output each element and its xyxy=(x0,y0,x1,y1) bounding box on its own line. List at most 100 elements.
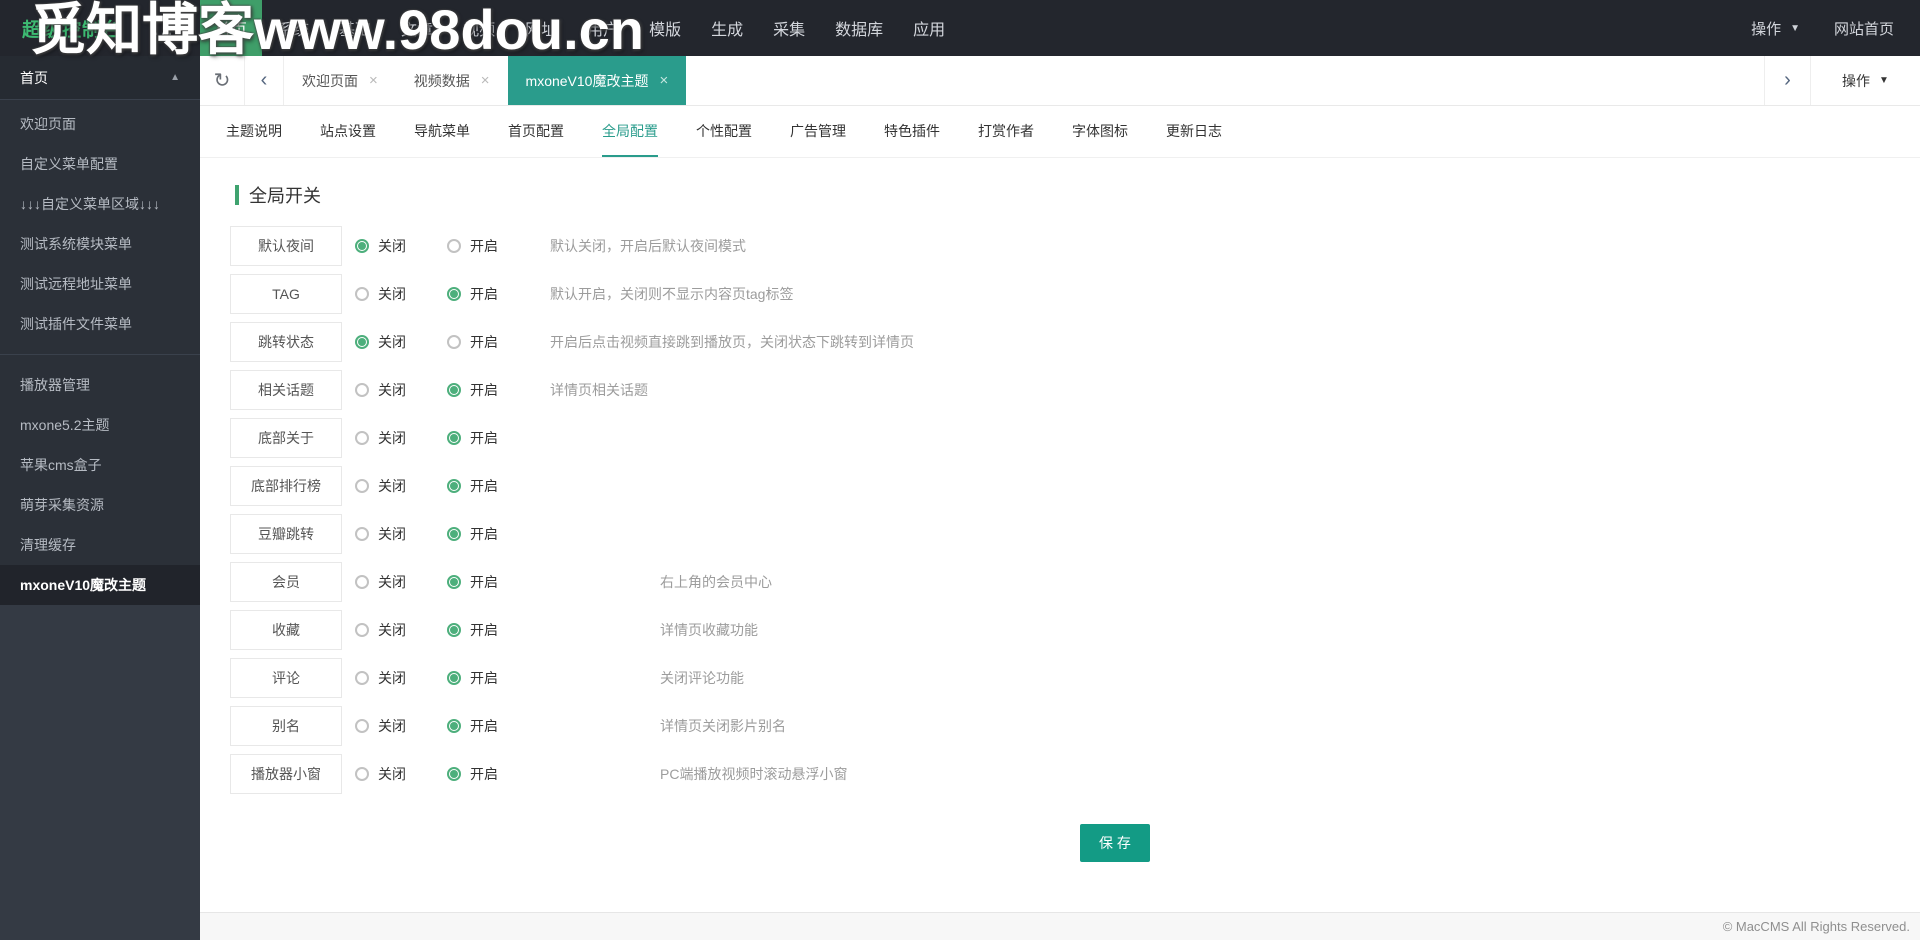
sidebar-item-0-4[interactable]: 测试远程地址菜单 xyxy=(0,264,200,304)
radio-off[interactable]: 关闭 xyxy=(355,476,447,496)
refresh-button[interactable]: ↻ xyxy=(200,56,244,105)
nav-item-4[interactable]: 视频 xyxy=(448,0,510,56)
radio-on[interactable]: 开启 xyxy=(447,332,539,352)
radio-on[interactable]: 开启 xyxy=(447,476,539,496)
radio-on[interactable]: 开启 xyxy=(447,764,539,784)
radio-label: 开启 xyxy=(470,526,498,542)
sidebar-item-0-0[interactable]: 欢迎页面 xyxy=(0,104,200,144)
caret-down-icon: ▼ xyxy=(1790,22,1800,34)
nav-item-6[interactable]: 用户 xyxy=(572,0,634,56)
switch-row-11: 播放器小窗 关闭 开启 PC端播放视频时滚动悬浮小窗 xyxy=(230,750,1920,798)
radio-label: 开启 xyxy=(470,574,498,590)
site-home-link[interactable]: 网站首页 xyxy=(1834,18,1894,39)
radio-off[interactable]: 关闭 xyxy=(355,332,447,352)
radio-label: 关闭 xyxy=(378,670,406,686)
radio-on[interactable]: 开启 xyxy=(447,284,539,304)
radio-icon xyxy=(355,239,369,253)
chevron-left-icon: ‹ xyxy=(260,69,268,91)
logo-area: 超级控制台 … xyxy=(0,0,200,56)
subtab-8[interactable]: 打赏作者 xyxy=(978,106,1034,157)
subtab-1[interactable]: 站点设置 xyxy=(320,106,376,157)
nav-item-9[interactable]: 采集 xyxy=(758,0,820,56)
radio-on[interactable]: 开启 xyxy=(447,236,539,256)
nav-item-8[interactable]: 生成 xyxy=(696,0,758,56)
sidebar-item-1-0[interactable]: 播放器管理 xyxy=(0,365,200,405)
chevron-right-icon: › xyxy=(1784,69,1791,91)
tab-action-label: 操作 xyxy=(1842,72,1871,89)
radio-off[interactable]: 关闭 xyxy=(355,764,447,784)
radio-icon xyxy=(447,479,461,493)
switch-row-8: 收藏 关闭 开启 详情页收藏功能 xyxy=(230,606,1920,654)
content-panel: 全局开关 默认夜间 关闭 开启 默认关闭，开启后默认夜间模式 TAG 关闭 开启 默认开启，关… xyxy=(200,158,1920,912)
radio-on[interactable]: 开启 xyxy=(447,572,539,592)
sidebar-item-0-5[interactable]: 测试插件文件菜单 xyxy=(0,304,200,344)
sidebar-item-0-2[interactable]: ↓↓↓自定义菜单区域↓↓↓ xyxy=(0,184,200,224)
subtab-6[interactable]: 广告管理 xyxy=(790,106,846,157)
radio-off[interactable]: 关闭 xyxy=(355,524,447,544)
close-icon[interactable]: × xyxy=(659,72,668,89)
subtab-4[interactable]: 全局配置 xyxy=(602,106,658,157)
nav-item-2[interactable]: 基础 xyxy=(324,0,386,56)
tab-action-dropdown[interactable]: 操作 ▼ xyxy=(1810,56,1920,105)
radio-off[interactable]: 关闭 xyxy=(355,572,447,592)
row-label: TAG xyxy=(230,274,342,314)
tab-2[interactable]: mxoneV10魔改主题 × xyxy=(507,56,687,105)
nav-item-3[interactable]: 文章 xyxy=(386,0,448,56)
radio-icon xyxy=(355,287,369,301)
nav-item-5[interactable]: 网址 xyxy=(510,0,572,56)
row-hint: 详情页关闭影片别名 xyxy=(660,718,786,734)
sidebar-item-0-3[interactable]: 测试系统模块菜单 xyxy=(0,224,200,264)
radio-off[interactable]: 关闭 xyxy=(355,284,447,304)
subtab-10[interactable]: 更新日志 xyxy=(1166,106,1222,157)
sidebar-item-1-3[interactable]: 萌芽采集资源 xyxy=(0,485,200,525)
row-label: 相关话题 xyxy=(230,370,342,410)
tab-label: 欢迎页面 xyxy=(302,72,358,89)
radio-on[interactable]: 开启 xyxy=(447,716,539,736)
subtab-7[interactable]: 特色插件 xyxy=(884,106,940,157)
subtab-9[interactable]: 字体图标 xyxy=(1072,106,1128,157)
radio-off[interactable]: 关闭 xyxy=(355,428,447,448)
sidebar-header[interactable]: 首页 ▲ xyxy=(0,56,200,100)
sidebar-item-1-1[interactable]: mxone5.2主题 xyxy=(0,405,200,445)
row-label: 底部关于 xyxy=(230,418,342,458)
radio-on[interactable]: 开启 xyxy=(447,620,539,640)
nav-item-11[interactable]: 应用 xyxy=(898,0,960,56)
nav-item-0[interactable]: 首页 xyxy=(200,0,263,56)
nav-item-7[interactable]: 模版 xyxy=(634,0,696,56)
sidebar-item-1-5[interactable]: mxoneV10魔改主题 xyxy=(0,565,200,605)
topbar-action-dropdown[interactable]: 操作 ▼ xyxy=(1751,18,1800,39)
radio-on[interactable]: 开启 xyxy=(447,668,539,688)
nav-item-1[interactable]: 系统 xyxy=(262,0,324,56)
radio-off[interactable]: 关闭 xyxy=(355,620,447,640)
radio-off[interactable]: 关闭 xyxy=(355,668,447,688)
radio-label: 开启 xyxy=(470,382,498,398)
radio-on[interactable]: 开启 xyxy=(447,428,539,448)
radio-on[interactable]: 开启 xyxy=(447,524,539,544)
save-button[interactable]: 保 存 xyxy=(1080,824,1150,862)
subtab-2[interactable]: 导航菜单 xyxy=(414,106,470,157)
radio-off[interactable]: 关闭 xyxy=(355,236,447,256)
radio-label: 开启 xyxy=(470,334,498,350)
subtab-3[interactable]: 首页配置 xyxy=(508,106,564,157)
tab-0[interactable]: 欢迎页面 × xyxy=(284,56,396,105)
close-icon[interactable]: × xyxy=(481,72,490,89)
radio-label: 关闭 xyxy=(378,286,406,302)
tabs-scroll-left-button[interactable]: ‹ xyxy=(244,56,284,105)
sidebar-item-1-4[interactable]: 清理缓存 xyxy=(0,525,200,565)
body-wrap: 首页 ▲ 欢迎页面 自定义菜单配置 ↓↓↓自定义菜单区域↓↓↓ 测试系统模块菜单 测试远… xyxy=(0,56,1920,940)
sidebar-collapse-icon[interactable]: … xyxy=(152,17,174,39)
subtab-0[interactable]: 主题说明 xyxy=(226,106,282,157)
sidebar-item-1-2[interactable]: 苹果cms盒子 xyxy=(0,445,200,485)
close-icon[interactable]: × xyxy=(369,72,378,89)
radio-off[interactable]: 关闭 xyxy=(355,380,447,400)
tab-1[interactable]: 视频数据 × xyxy=(396,56,508,105)
nav-item-10[interactable]: 数据库 xyxy=(820,0,898,56)
sidebar-item-0-1[interactable]: 自定义菜单配置 xyxy=(0,144,200,184)
subtab-5[interactable]: 个性配置 xyxy=(696,106,752,157)
tabbar-right: › 操作 ▼ xyxy=(1764,56,1920,105)
radio-on[interactable]: 开启 xyxy=(447,380,539,400)
caret-down-icon: ▼ xyxy=(1879,75,1889,86)
tabs-scroll-right-button[interactable]: › xyxy=(1764,56,1810,105)
radio-off[interactable]: 关闭 xyxy=(355,716,447,736)
switch-row-3: 相关话题 关闭 开启 详情页相关话题 xyxy=(230,366,1920,414)
